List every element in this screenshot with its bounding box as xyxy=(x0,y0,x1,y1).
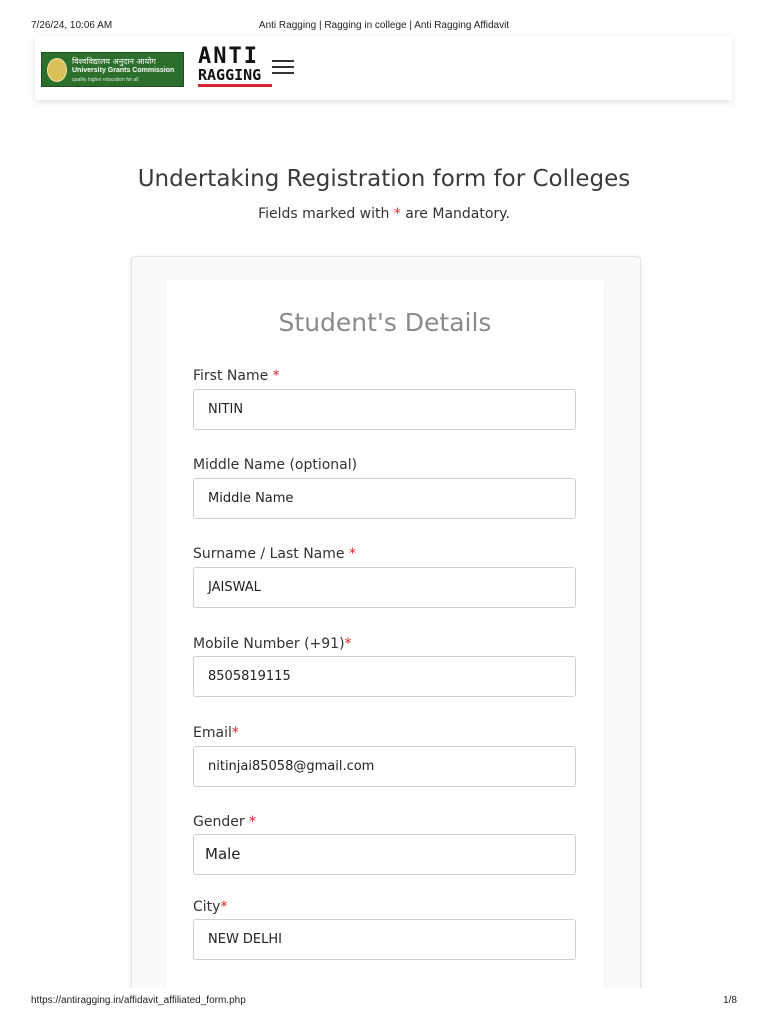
email-input[interactable]: nitinjai85058@gmail.com xyxy=(193,746,576,787)
navbar: विश्वविद्यालय अनुदान आयोग University Gra… xyxy=(35,36,732,100)
mobile-label: Mobile Number (+91)* xyxy=(193,636,352,652)
print-page-number: 1/8 xyxy=(723,995,737,1006)
first-name-label: First Name * xyxy=(193,368,280,384)
city-label-text: City xyxy=(193,899,221,915)
ugc-english-name: University Grants Commission xyxy=(72,67,175,74)
print-footer: https://antiragging.in/affidavit_affilia… xyxy=(0,988,768,1024)
surname-input[interactable]: JAISWAL xyxy=(193,567,576,608)
mobile-label-text: Mobile Number (+91) xyxy=(193,636,345,652)
required-star: * xyxy=(272,368,280,384)
logo-line-ragging: RAGGING xyxy=(198,66,262,84)
middle-name-label-text: Middle Name (optional) xyxy=(193,457,358,473)
ugc-tagline: quality higher education for all xyxy=(72,77,139,83)
first-name-input[interactable]: NITIN xyxy=(193,389,576,430)
gender-select[interactable]: Male xyxy=(193,834,576,875)
hamburger-icon[interactable] xyxy=(272,58,294,76)
middle-name-label: Middle Name (optional) xyxy=(193,457,357,473)
print-title: Anti Ragging | Ragging in college | Anti… xyxy=(258,20,510,31)
logo-red-bar xyxy=(198,84,272,87)
required-star: * xyxy=(220,899,228,915)
middle-name-input[interactable]: Middle Name xyxy=(193,478,576,519)
ugc-emblem-icon xyxy=(47,58,67,82)
required-star: * xyxy=(348,546,356,562)
mandatory-note: Fields marked with * are Mandatory. xyxy=(0,206,768,222)
first-name-label-text: First Name xyxy=(193,368,273,384)
mandatory-note-before: Fields marked with xyxy=(258,206,394,222)
email-label: Email* xyxy=(193,725,239,741)
required-star: * xyxy=(249,814,257,830)
ugc-hindi-name: विश्वविद्यालय अनुदान आयोग xyxy=(72,57,156,66)
city-input[interactable]: NEW DELHI xyxy=(193,919,576,960)
required-star: * xyxy=(231,725,239,741)
page-title: Undertaking Registration form for Colleg… xyxy=(137,166,631,192)
logo-line-anti: ANTI xyxy=(198,44,259,69)
ugc-logo[interactable]: विश्वविद्यालय अनुदान आयोग University Gra… xyxy=(41,52,184,87)
print-header: 7/26/24, 10:06 AM Anti Ragging | Ragging… xyxy=(0,0,768,36)
surname-label-text: Surname / Last Name xyxy=(193,546,349,562)
gender-label: Gender * xyxy=(193,814,256,830)
city-label: City* xyxy=(193,899,227,915)
surname-label: Surname / Last Name * xyxy=(193,546,356,562)
print-url: https://antiragging.in/affidavit_affilia… xyxy=(31,995,246,1006)
email-label-text: Email xyxy=(193,725,232,741)
mobile-input[interactable]: 8505819115 xyxy=(193,656,576,697)
mandatory-note-after: are Mandatory. xyxy=(400,206,510,222)
required-star: * xyxy=(393,206,401,222)
required-star: * xyxy=(344,636,352,652)
gender-label-text: Gender xyxy=(193,814,250,830)
section-title: Student's Details xyxy=(278,308,492,337)
